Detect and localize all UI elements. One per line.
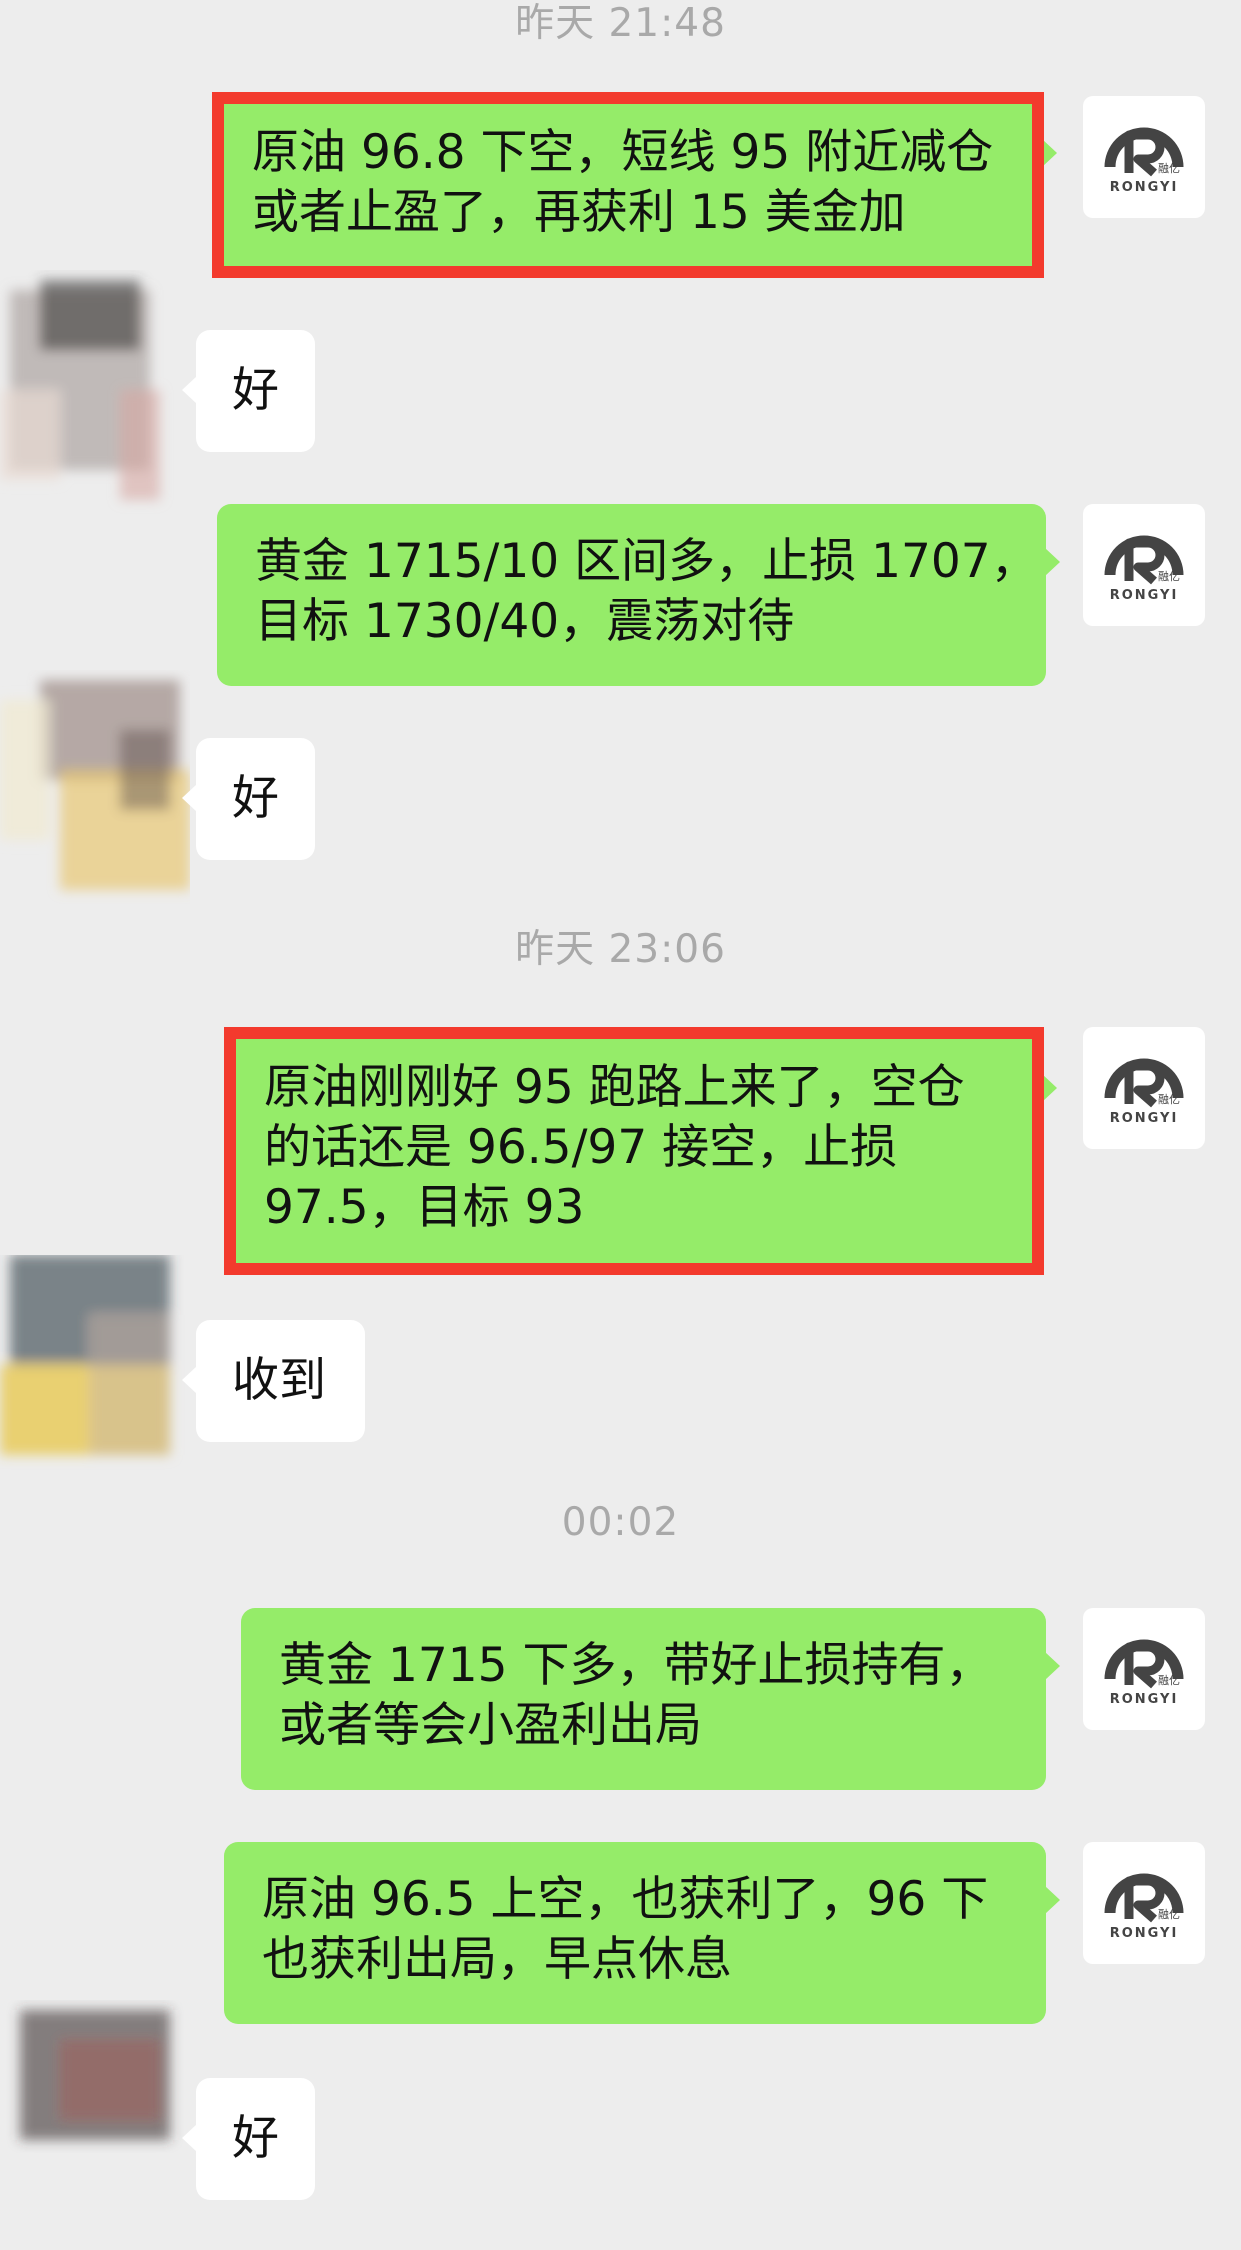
svg-text:RONGYI: RONGYI [1110, 1926, 1179, 1941]
svg-text:融亿: 融亿 [1158, 1093, 1180, 1106]
rongyi-logo-icon: 融亿 RONGYI [1104, 1639, 1184, 1707]
message-text: 好 [232, 2111, 279, 2166]
message-line: 目标 1730/40，震荡对待 [255, 594, 795, 649]
message-line: 的话还是 96.5/97 接空，止损 [264, 1120, 898, 1175]
message-line: 或者止盈了，再获利 15 美金加 [252, 185, 906, 240]
sent-message-5[interactable]: 原油 96.5 上空，也获利了，96 下 也获利出局，早点休息 [224, 1842, 1060, 2024]
rongyi-avatar[interactable]: 融亿 RONGYI [1083, 1842, 1205, 1964]
rongyi-logo-icon: 融亿 RONGYI [1104, 1873, 1184, 1941]
svg-text:RONGYI: RONGYI [1110, 1111, 1179, 1126]
message-line: 97.5，目标 93 [264, 1180, 585, 1235]
rongyi-avatar[interactable]: 融亿 RONGYI [1083, 1027, 1205, 1149]
sent-message-4[interactable]: 黄金 1715 下多，带好止损持有， 或者等会小盈利出局 [241, 1608, 1060, 1790]
message-text: 收到 [232, 1353, 326, 1408]
user-avatar-image [0, 680, 190, 890]
svg-text:融亿: 融亿 [1158, 1674, 1180, 1687]
user-avatar[interactable] [0, 270, 190, 520]
message-line: 原油刚刚好 95 跑路上来了，空仓 [264, 1060, 965, 1115]
timestamp-1: 昨天 21:48 [515, 1, 726, 46]
sent-message-3[interactable]: 原油刚刚好 95 跑路上来了，空仓 的话还是 96.5/97 接空，止损 97.… [226, 1030, 1057, 1272]
received-message-1[interactable]: 好 [182, 330, 315, 452]
rongyi-logo-icon: 融亿 RONGYI [1104, 127, 1184, 195]
message-line: 黄金 1715/10 区间多，止损 1707， [255, 534, 1038, 589]
rongyi-logo-icon: 融亿 RONGYI [1104, 535, 1184, 603]
rongyi-logo-icon: 融亿 RONGYI [1104, 1058, 1184, 1126]
received-message-4[interactable]: 好 [182, 2078, 315, 2200]
rongyi-avatar[interactable]: 融亿 RONGYI [1083, 504, 1205, 626]
user-avatar[interactable] [0, 2000, 190, 2250]
user-avatar-image [0, 280, 160, 500]
message-line: 原油 96.8 下空，短线 95 附近减仓 [252, 125, 994, 180]
svg-text:RONGYI: RONGYI [1110, 588, 1179, 603]
svg-text:融亿: 融亿 [1158, 162, 1180, 175]
svg-text:RONGYI: RONGYI [1110, 1692, 1179, 1707]
sent-message-2[interactable]: 黄金 1715/10 区间多，止损 1707， 目标 1730/40，震荡对待 [217, 504, 1060, 686]
user-avatar-image [20, 2010, 170, 2140]
message-line: 原油 96.5 上空，也获利了，96 下 [262, 1872, 989, 1927]
timestamp-3: 00:02 [561, 1500, 680, 1545]
user-avatar[interactable] [0, 1255, 190, 1505]
sent-message-1[interactable]: 原油 96.8 下空，短线 95 附近减仓 或者止盈了，再获利 15 美金加 [214, 95, 1057, 275]
svg-text:融亿: 融亿 [1158, 570, 1180, 583]
message-text: 好 [232, 771, 279, 826]
user-avatar-image [0, 1255, 170, 1455]
rongyi-avatar[interactable]: 融亿 RONGYI [1083, 96, 1205, 218]
user-avatar[interactable] [0, 670, 190, 920]
message-line: 也获利出局，早点休息 [262, 1932, 732, 1987]
timestamp-2: 昨天 23:06 [515, 927, 726, 972]
svg-text:融亿: 融亿 [1158, 1908, 1180, 1921]
message-line: 或者等会小盈利出局 [279, 1698, 702, 1753]
svg-text:RONGYI: RONGYI [1110, 180, 1179, 195]
received-message-3[interactable]: 收到 [182, 1320, 365, 1442]
message-text: 好 [232, 363, 279, 418]
received-message-2[interactable]: 好 [182, 738, 315, 860]
message-line: 黄金 1715 下多，带好止损持有， [279, 1638, 993, 1693]
rongyi-avatar[interactable]: 融亿 RONGYI [1083, 1608, 1205, 1730]
